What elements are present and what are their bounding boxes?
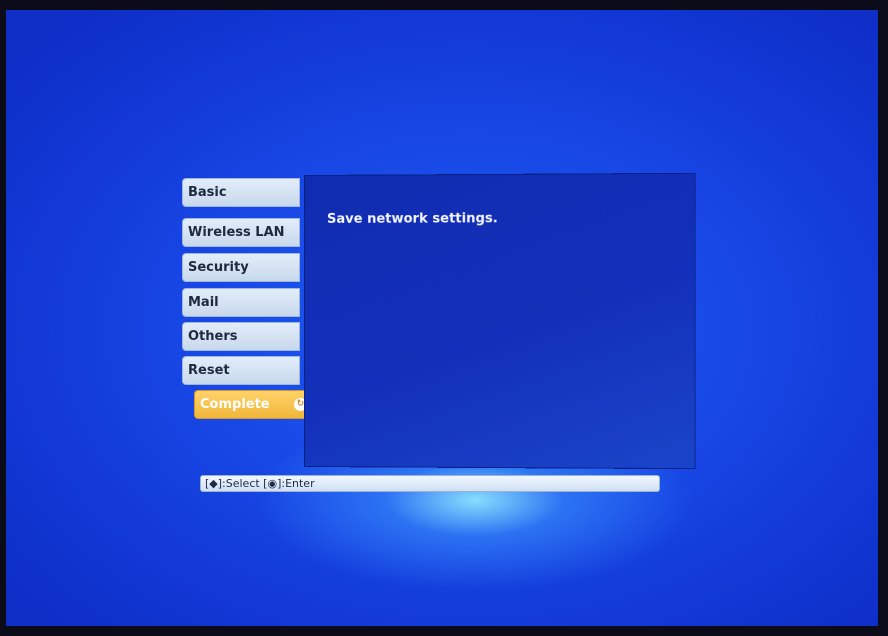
tab-mail[interactable]: Mail bbox=[182, 288, 300, 317]
tab-label: Security bbox=[188, 260, 249, 275]
tab-label: Mail bbox=[188, 295, 219, 310]
content-panel: Save network settings. bbox=[304, 172, 696, 470]
tab-label: Complete bbox=[200, 397, 270, 412]
tab-reset[interactable]: Reset bbox=[182, 356, 300, 385]
help-bar: [◆]:Select [◉]:Enter bbox=[200, 475, 660, 492]
help-bar-text: [◆]:Select [◉]:Enter bbox=[205, 477, 315, 490]
tab-wireless-lan[interactable]: Wireless LAN bbox=[182, 218, 300, 247]
tab-others[interactable]: Others bbox=[182, 322, 300, 351]
tab-complete[interactable]: Complete ↻ bbox=[194, 390, 314, 419]
screen-edge-right bbox=[878, 0, 888, 636]
tab-basic[interactable]: Basic bbox=[182, 178, 300, 207]
projector-screen: Basic Wireless LAN Security Mail Others … bbox=[0, 0, 888, 636]
tab-label: Wireless LAN bbox=[188, 225, 285, 240]
panel-message: Save network settings. bbox=[327, 211, 498, 227]
tab-label: Basic bbox=[188, 185, 227, 200]
tab-security[interactable]: Security bbox=[182, 253, 300, 282]
screen-edge-left bbox=[0, 0, 6, 636]
tab-label: Others bbox=[188, 329, 238, 344]
screen-edge-bottom bbox=[0, 626, 888, 636]
tab-label: Reset bbox=[188, 363, 230, 378]
screen-edge-top bbox=[0, 0, 888, 10]
